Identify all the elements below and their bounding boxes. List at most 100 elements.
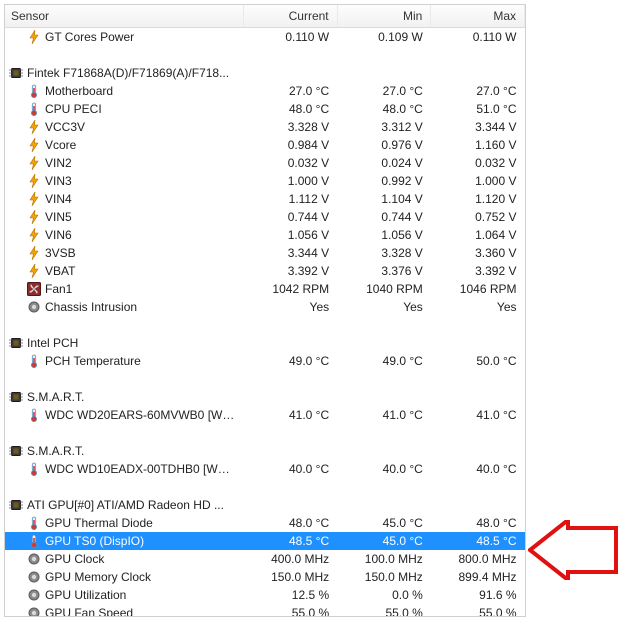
sensor-min-cell: 27.0 °C [337,82,431,100]
col-min[interactable]: Min [337,5,431,28]
sensor-name-label: S.M.A.R.T. [27,390,84,404]
sensor-name-label: ATI GPU[#0] ATI/AMD Radeon HD ... [27,498,224,512]
sensor-row[interactable]: VIN41.112 V1.104 V1.120 V [5,190,525,208]
sensor-name-cell: GT Cores Power [5,28,243,47]
sensor-row[interactable]: GT Cores Power0.110 W0.109 W0.110 W [5,28,525,47]
sensor-name-label: GPU Clock [45,552,104,566]
sensor-panel: Sensor Current Min Max GT Cores Power 0.1… [4,4,526,617]
sensor-row[interactable]: GPU TS0 (DispIO)48.5 °C45.0 °C48.5 °C [5,532,525,550]
sensor-row[interactable]: Motherboard27.0 °C27.0 °C27.0 °C [5,82,525,100]
sensor-row[interactable]: WDC WD10EADX-00TDHB0 [WD-W...40.0 °C40.0… [5,460,525,478]
spacer-row [5,316,525,334]
spacer-row [5,46,525,64]
sensor-name-cell: Fan1 [5,280,243,298]
sensor-name-label: GT Cores Power [45,30,134,44]
sensor-name-label: VIN2 [45,156,72,170]
sensor-row[interactable]: VBAT3.392 V3.376 V3.392 V [5,262,525,280]
sensor-min-cell [337,388,431,406]
sensor-max-cell [431,442,525,460]
sensor-group-row[interactable]: ATI GPU[#0] ATI/AMD Radeon HD ... [5,496,525,514]
sensor-scroll-area[interactable]: Sensor Current Min Max GT Cores Power 0.1… [5,5,525,616]
thermo-icon [27,534,41,548]
sensor-row[interactable]: Vcore0.984 V0.976 V1.160 V [5,136,525,154]
sensor-current-cell: 150.0 MHz [243,568,337,586]
sensor-current-cell: 1.112 V [243,190,337,208]
sensor-row[interactable]: GPU Utilization12.5 %0.0 %91.6 % [5,586,525,604]
bolt-icon [27,138,41,152]
col-sensor[interactable]: Sensor [5,5,243,28]
sensor-max-cell: 899.4 MHz [431,568,525,586]
sensor-group-row[interactable]: Fintek F71868A(D)/F71869(A)/F718... [5,64,525,82]
sensor-row[interactable]: VIN20.032 V0.024 V0.032 V [5,154,525,172]
sensor-max-cell: 91.6 % [431,586,525,604]
dot-icon [27,606,41,616]
sensor-current-cell: 0.032 V [243,154,337,172]
bolt-icon [27,210,41,224]
sensor-row[interactable]: GPU Clock400.0 MHz100.0 MHz800.0 MHz [5,550,525,568]
sensor-row[interactable]: PCH Temperature49.0 °C49.0 °C50.0 °C [5,352,525,370]
sensor-name-label: VBAT [45,264,75,278]
thermo-icon [27,84,41,98]
sensor-name-cell: GPU Thermal Diode [5,514,243,532]
sensor-row[interactable]: Fan11042 RPM1040 RPM1046 RPM [5,280,525,298]
sensor-current-cell: 48.0 °C [243,100,337,118]
sensor-row[interactable]: CPU PECI48.0 °C48.0 °C51.0 °C [5,100,525,118]
sensor-max-cell: 1.160 V [431,136,525,154]
sensor-min-cell: 0.0 % [337,586,431,604]
bolt-icon [27,174,41,188]
column-header-row[interactable]: Sensor Current Min Max [5,5,525,28]
sensor-name-label: PCH Temperature [45,354,141,368]
sensor-name-cell: 3VSB [5,244,243,262]
sensor-min-cell: 49.0 °C [337,352,431,370]
thermo-icon [27,462,41,476]
sensor-name-cell: GPU Memory Clock [5,568,243,586]
sensor-current-cell: Yes [243,298,337,316]
sensor-min-cell: 0.744 V [337,208,431,226]
sensor-name-label: Fan1 [45,282,72,296]
sensor-row[interactable]: GPU Memory Clock150.0 MHz150.0 MHz899.4 … [5,568,525,586]
fan-icon [27,282,41,296]
sensor-name-cell: Chassis Intrusion [5,298,243,316]
sensor-name-cell: S.M.A.R.T. [5,442,243,460]
sensor-min-cell: 3.312 V [337,118,431,136]
sensor-row[interactable]: VIN31.000 V0.992 V1.000 V [5,172,525,190]
sensor-group-row[interactable]: S.M.A.R.T. [5,442,525,460]
sensor-current-cell: 12.5 % [243,586,337,604]
sensor-row[interactable]: VIN50.744 V0.744 V0.752 V [5,208,525,226]
sensor-row[interactable]: VIN61.056 V1.056 V1.064 V [5,226,525,244]
sensor-name-label: VCC3V [45,120,85,134]
sensor-name-label: GPU Thermal Diode [45,516,153,530]
col-current[interactable]: Current [243,5,337,28]
sensor-name-label: CPU PECI [45,102,102,116]
sensor-row[interactable]: WDC WD20EARS-60MVWB0 [WD-W...41.0 °C41.0… [5,406,525,424]
sensor-row[interactable]: VCC3V3.328 V3.312 V3.344 V [5,118,525,136]
sensor-min-cell: 48.0 °C [337,100,431,118]
sensor-min-cell: 1.104 V [337,190,431,208]
sensor-name-label: Intel PCH [27,336,78,350]
sensor-max-cell: 40.0 °C [431,460,525,478]
sensor-current-cell [243,334,337,352]
sensor-group-row[interactable]: Intel PCH [5,334,525,352]
chip-icon [9,66,23,80]
sensor-current-cell: 0.110 W [243,28,337,47]
sensor-name-cell: PCH Temperature [5,352,243,370]
chip-icon [9,336,23,350]
dot-icon [27,570,41,584]
sensor-name-cell: Vcore [5,136,243,154]
sensor-name-label: VIN5 [45,210,72,224]
sensor-row[interactable]: Chassis IntrusionYesYesYes [5,298,525,316]
sensor-max-cell: 1.120 V [431,190,525,208]
sensor-min-cell: 100.0 MHz [337,550,431,568]
sensor-current-cell: 400.0 MHz [243,550,337,568]
sensor-row[interactable]: GPU Thermal Diode48.0 °C45.0 °C48.0 °C [5,514,525,532]
sensor-name-label: Vcore [45,138,76,152]
sensor-max-cell: 41.0 °C [431,406,525,424]
col-max[interactable]: Max [431,5,525,28]
thermo-icon [27,516,41,530]
sensor-group-row[interactable]: S.M.A.R.T. [5,388,525,406]
sensor-row[interactable]: 3VSB3.344 V3.328 V3.360 V [5,244,525,262]
sensor-max-cell: 55.0 % [431,604,525,616]
sensor-row[interactable]: GPU Fan Speed55.0 %55.0 %55.0 % [5,604,525,616]
sensor-min-cell: 3.328 V [337,244,431,262]
dot-icon [27,588,41,602]
